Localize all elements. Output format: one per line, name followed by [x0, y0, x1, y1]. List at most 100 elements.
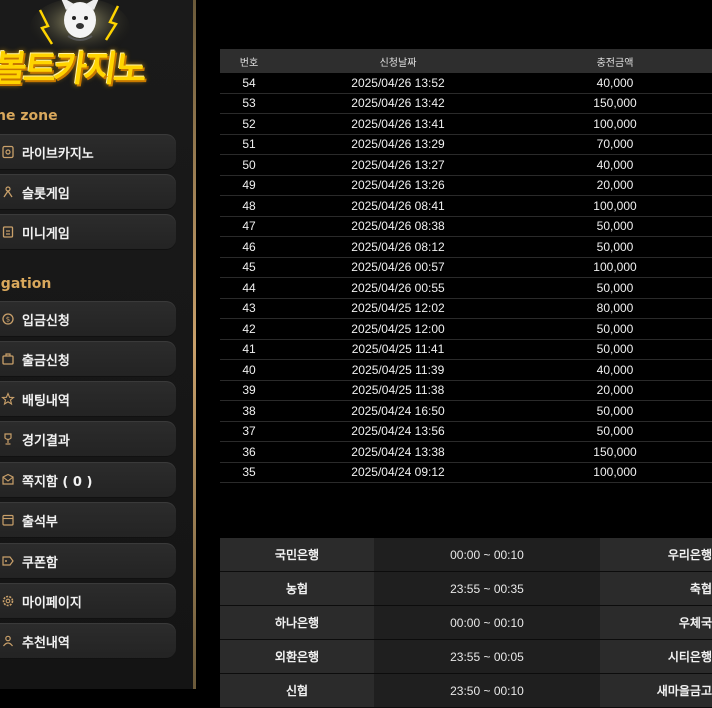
- row-number: 51: [220, 134, 278, 155]
- section-title-game-zone: ne zone: [0, 108, 58, 124]
- table-row: 51 2025/04/26 13:29 70,000: [220, 134, 712, 155]
- sidebar-item-live-casino[interactable]: 라이브카지노: [0, 134, 176, 170]
- bank-name: 국민은행: [220, 538, 374, 572]
- sidebar-item-results[interactable]: 경기결과: [0, 421, 176, 457]
- bank-name-secondary: 새마을금고: [600, 673, 712, 708]
- sidebar-item-mypage[interactable]: 마이페이지: [0, 583, 176, 619]
- row-number: 35: [220, 462, 278, 483]
- row-date: 2025/04/24 09:12: [278, 462, 518, 483]
- bank-maintenance-table: 국민은행 00:00 ~ 00:10 우리은행 농협 23:55 ~ 00:35 축협 하나…: [220, 538, 712, 708]
- maintenance-time: 00:00 ~ 00:10: [374, 605, 600, 640]
- row-number: 48: [220, 195, 278, 217]
- row-amount: 80,000: [518, 298, 712, 319]
- column-header-date: 신청날짜: [278, 49, 518, 73]
- row-amount: 50,000: [518, 421, 712, 442]
- live-casino-icon: [0, 144, 16, 160]
- row-number: 53: [220, 93, 278, 114]
- table-row: 54 2025/04/26 13:52 40,000: [220, 73, 712, 94]
- row-number: 40: [220, 359, 278, 381]
- row-number: 41: [220, 339, 278, 360]
- table-row: 48 2025/04/26 08:41 100,000: [220, 195, 712, 217]
- table-row: 36 2025/04/24 13:38 150,000: [220, 441, 712, 463]
- gear-icon: [0, 593, 16, 609]
- table-header-row: 번호 신청날짜 충전금액: [220, 49, 712, 73]
- section-title-navigation: igation: [0, 276, 52, 292]
- row-amount: 100,000: [518, 462, 712, 483]
- table-row: 46 2025/04/26 08:12 50,000: [220, 236, 712, 258]
- sidebar: 볼트카지노 ne zone 라이브카지노 슬롯게임 미니게임 igation $…: [0, 0, 196, 689]
- sidebar-item-mini-game[interactable]: 미니게임: [0, 214, 176, 250]
- sidebar-item-label: 슬롯게임: [22, 186, 70, 202]
- trophy-icon: [0, 431, 16, 447]
- sidebar-item-deposit[interactable]: $ 입금신청: [0, 301, 176, 337]
- attendance-icon: [0, 512, 16, 528]
- table-row: 53 2025/04/26 13:42 150,000: [220, 93, 712, 114]
- sidebar-item-messages[interactable]: 쪽지함 ( 0 ): [0, 462, 176, 498]
- row-number: 37: [220, 421, 278, 442]
- row-date: 2025/04/25 11:38: [278, 380, 518, 401]
- sidebar-item-withdraw[interactable]: 출금신청: [0, 341, 176, 377]
- row-number: 38: [220, 400, 278, 422]
- sidebar-item-label: 쿠폰함: [22, 555, 58, 571]
- row-date: 2025/04/26 13:52: [278, 73, 518, 94]
- row-number: 44: [220, 277, 278, 299]
- coupon-icon: [0, 553, 16, 569]
- table-row: 52 2025/04/26 13:41 100,000: [220, 113, 712, 135]
- sidebar-item-coupon[interactable]: 쿠폰함: [0, 543, 176, 579]
- table-row: 49 2025/04/26 13:26 20,000: [220, 175, 712, 196]
- row-amount: 40,000: [518, 73, 712, 94]
- maintenance-time: 23:55 ~ 00:35: [374, 571, 600, 606]
- row-date: 2025/04/26 13:26: [278, 175, 518, 196]
- bank-name-secondary: 우체국: [600, 605, 712, 640]
- sidebar-item-attendance[interactable]: 출석부: [0, 502, 176, 538]
- row-date: 2025/04/26 08:12: [278, 236, 518, 258]
- bank-name: 외환은행: [220, 639, 374, 674]
- table-row: 38 2025/04/24 16:50 50,000: [220, 400, 712, 422]
- sidebar-item-bet-history[interactable]: 배팅내역: [0, 381, 176, 417]
- row-amount: 50,000: [518, 216, 712, 237]
- row-date: 2025/04/25 12:00: [278, 318, 518, 340]
- row-amount: 40,000: [518, 359, 712, 381]
- bet-history-icon: [0, 391, 16, 407]
- row-amount: 40,000: [518, 154, 712, 176]
- row-amount: 100,000: [518, 113, 712, 135]
- sidebar-border: [193, 0, 196, 689]
- sidebar-item-label: 추천내역: [22, 635, 70, 651]
- row-date: 2025/04/24 13:38: [278, 441, 518, 463]
- referral-icon: [0, 633, 16, 649]
- sidebar-item-label: 출금신청: [22, 353, 70, 369]
- row-number: 50: [220, 154, 278, 176]
- maintenance-time: 00:00 ~ 00:10: [374, 538, 600, 572]
- sidebar-item-referral[interactable]: 추천내역: [0, 623, 176, 659]
- row-number: 52: [220, 113, 278, 135]
- bank-row: 농협 23:55 ~ 00:35 축협: [220, 571, 712, 606]
- row-amount: 50,000: [518, 400, 712, 422]
- row-date: 2025/04/26 08:38: [278, 216, 518, 237]
- sidebar-item-slot[interactable]: 슬롯게임: [0, 174, 176, 210]
- row-number: 42: [220, 318, 278, 340]
- slot-icon: [0, 184, 16, 200]
- table-row: 42 2025/04/25 12:00 50,000: [220, 318, 712, 340]
- sidebar-item-label: 경기결과: [22, 433, 70, 449]
- site-logo[interactable]: 볼트카지노: [0, 0, 190, 95]
- logo-text: 볼트카지노: [0, 49, 147, 90]
- row-number: 36: [220, 441, 278, 463]
- row-date: 2025/04/26 00:55: [278, 277, 518, 299]
- deposit-icon: $: [0, 311, 16, 327]
- row-date: 2025/04/24 13:56: [278, 421, 518, 442]
- table-row: 35 2025/04/24 09:12 100,000: [220, 462, 712, 483]
- bank-name: 하나은행: [220, 605, 374, 640]
- row-date: 2025/04/25 11:39: [278, 359, 518, 381]
- row-date: 2025/04/25 12:02: [278, 298, 518, 319]
- bank-row: 하나은행 00:00 ~ 00:10 우체국: [220, 605, 712, 640]
- table-row: 44 2025/04/26 00:55 50,000: [220, 277, 712, 299]
- mini-game-icon: [0, 224, 16, 240]
- row-number: 49: [220, 175, 278, 196]
- row-number: 46: [220, 236, 278, 258]
- row-amount: 50,000: [518, 236, 712, 258]
- bank-row: 외환은행 23:55 ~ 00:05 시티은행: [220, 639, 712, 674]
- row-date: 2025/04/24 16:50: [278, 400, 518, 422]
- row-date: 2025/04/26 08:41: [278, 195, 518, 217]
- bank-name-secondary: 시티은행: [600, 639, 712, 674]
- table-row: 50 2025/04/26 13:27 40,000: [220, 154, 712, 176]
